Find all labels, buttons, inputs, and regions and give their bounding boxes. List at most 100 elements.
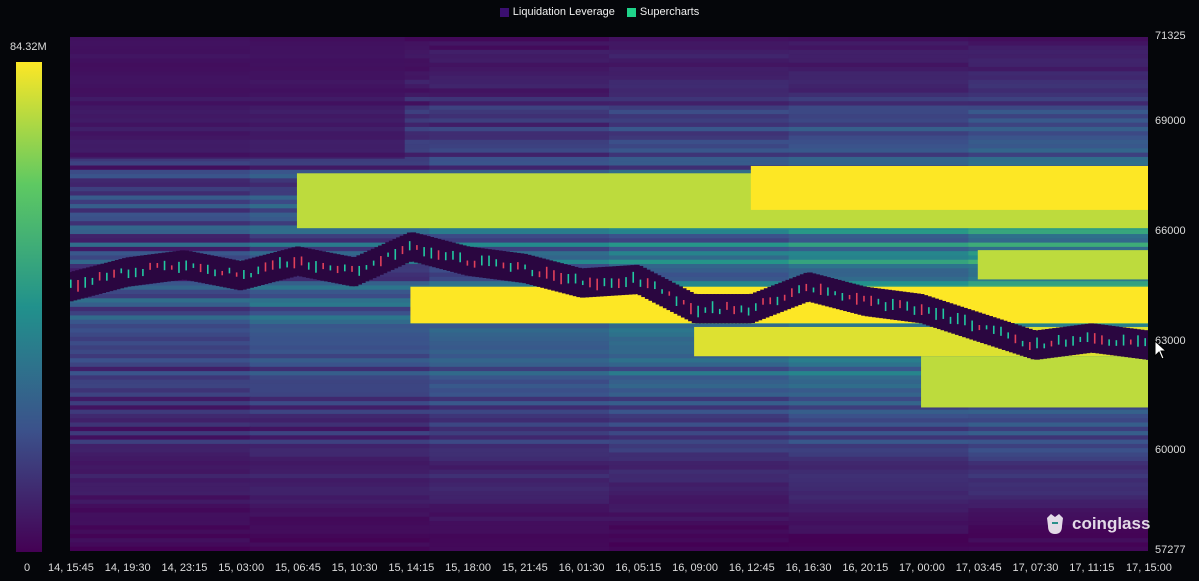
- heat-cell: [429, 79, 610, 85]
- heat-cell: [70, 161, 251, 166]
- heatmap-plot[interactable]: [70, 37, 1148, 551]
- heat-cell: [609, 495, 790, 501]
- heat-cell: [70, 234, 251, 239]
- heat-cell: [429, 456, 610, 462]
- heat-cell: [70, 533, 251, 539]
- price-candle: [495, 259, 498, 267]
- heat-cell: [70, 529, 251, 535]
- heat-cell: [609, 152, 790, 158]
- heat-cell: [968, 122, 1148, 128]
- price-candle: [755, 303, 757, 311]
- heat-cell: [968, 491, 1148, 496]
- heat-cell: [70, 512, 251, 518]
- heat-cell: [429, 238, 610, 244]
- price-candle: [481, 255, 483, 266]
- price-candle: [113, 269, 115, 278]
- price-candle: [221, 270, 224, 276]
- heat-cell: [70, 495, 251, 501]
- heat-cell: [429, 396, 610, 402]
- heat-cell: [788, 148, 970, 154]
- heat-cell: [249, 538, 431, 543]
- heat-cell: [968, 499, 1148, 505]
- heat-cell: [249, 405, 431, 411]
- heat-cell: [429, 486, 610, 492]
- heat-cell: [429, 491, 610, 496]
- heat-cell: [609, 465, 790, 471]
- price-candle: [791, 288, 793, 297]
- heat-cell: [788, 491, 970, 496]
- y-tick-label: 71325: [1155, 30, 1186, 42]
- heat-cell: [429, 503, 610, 509]
- heat-cell: [788, 131, 970, 137]
- heat-cell: [609, 234, 790, 239]
- price-candle: [207, 264, 209, 274]
- price-candle: [351, 265, 353, 272]
- price-candle: [928, 307, 930, 314]
- heat-cell: [609, 533, 790, 539]
- heat-cell: [70, 542, 251, 548]
- price-candle: [156, 263, 159, 268]
- price-candle: [178, 261, 180, 273]
- heat-cell: [788, 144, 970, 149]
- price-candle: [589, 277, 591, 288]
- heat-cell: [609, 122, 790, 128]
- price-band-segment: [1146, 330, 1148, 360]
- heat-cell: [429, 478, 610, 483]
- heat-cell: [968, 54, 1148, 59]
- heat-cell: [249, 349, 431, 355]
- heat-cell: [609, 366, 790, 372]
- price-candle: [567, 274, 570, 284]
- price-candle: [401, 246, 404, 255]
- price-candle: [978, 325, 981, 331]
- heat-cell: [609, 62, 790, 68]
- heat-cell: [70, 178, 251, 184]
- heat-cell: [249, 323, 431, 329]
- legend-item-liquidation-leverage[interactable]: Liquidation Leverage: [499, 6, 615, 18]
- heat-cell: [429, 161, 610, 166]
- price-candle: [740, 305, 743, 313]
- legend-item-supercharts[interactable]: Supercharts: [626, 6, 699, 18]
- heat-cell: [70, 208, 251, 214]
- heat-cell: [609, 529, 790, 535]
- heat-cell: [70, 383, 251, 389]
- price-candle: [805, 283, 808, 292]
- price-candle: [1072, 336, 1074, 346]
- heat-cell: [788, 246, 970, 252]
- heat-cell: [70, 195, 251, 201]
- price-candle: [863, 295, 865, 302]
- heat-cell: [249, 482, 431, 488]
- heat-cell: [609, 499, 790, 505]
- price-candle: [956, 312, 959, 325]
- price-candle: [98, 272, 101, 281]
- heat-cell: [968, 229, 1148, 235]
- heat-cell: [70, 435, 251, 441]
- heat-cell: [968, 242, 1148, 248]
- price-candle: [661, 289, 663, 294]
- price-candle: [639, 279, 642, 287]
- price-candle: [1137, 335, 1139, 347]
- heat-cell: [788, 109, 970, 115]
- legend-swatch-liquidation-leverage: [499, 7, 509, 17]
- heat-cell: [429, 413, 610, 419]
- heat-cell: [429, 114, 610, 119]
- x-tick-label: 16, 16:30: [785, 562, 832, 574]
- heat-cell: [788, 452, 970, 458]
- price-candle: [423, 247, 425, 257]
- legend-label: Liquidation Leverage: [512, 6, 615, 18]
- x-tick-label: 14, 19:30: [104, 562, 151, 574]
- heat-cell: [249, 336, 431, 342]
- heat-cell: [429, 512, 610, 518]
- heat-cell: [788, 135, 970, 141]
- heat-cell: [968, 443, 1148, 449]
- price-candle: [827, 287, 829, 296]
- price-candle: [170, 265, 173, 270]
- heat-cell: [788, 92, 970, 98]
- price-candle: [531, 269, 534, 277]
- price-candle: [892, 298, 894, 310]
- heat-cell: [788, 516, 970, 522]
- heat-cell: [968, 118, 1148, 124]
- heat-cell: [609, 131, 790, 137]
- price-candle: [408, 241, 411, 251]
- heat-cell: [968, 41, 1148, 47]
- price-candle: [596, 278, 598, 291]
